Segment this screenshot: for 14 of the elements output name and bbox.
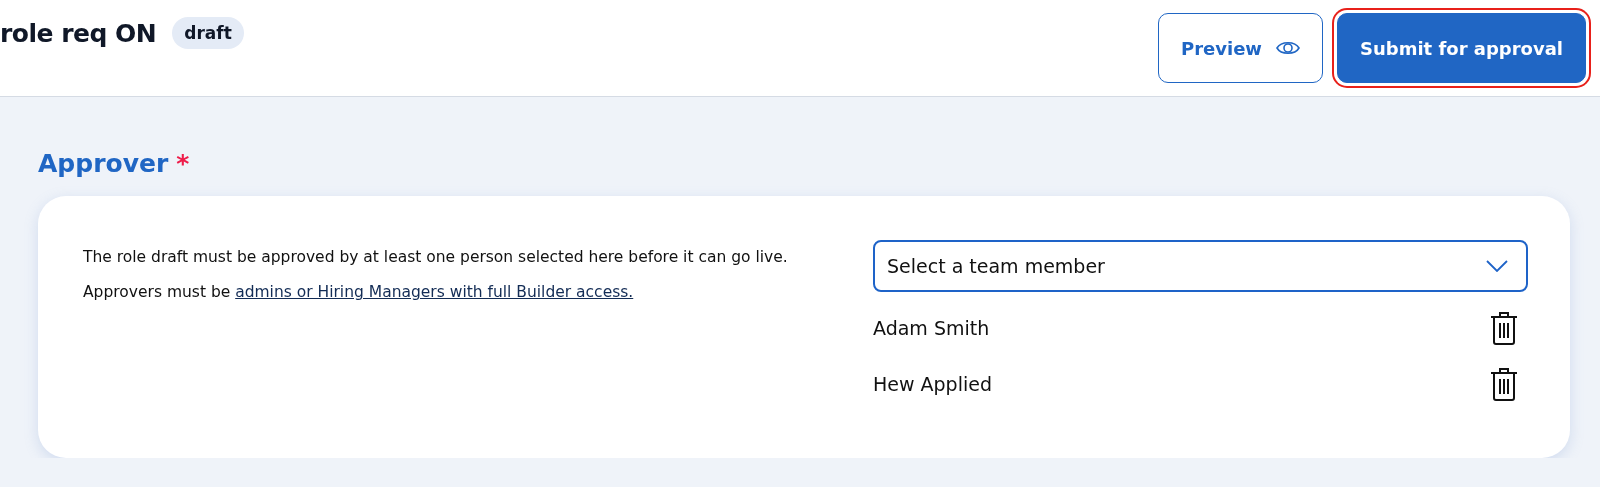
team-member-select[interactable]: Select a team member xyxy=(873,240,1528,292)
approver-name: Hew Applied xyxy=(873,373,992,395)
page-title: role req ON xyxy=(0,18,157,48)
description-text: The role draft must be approved by at least one person selected here before it can go live. Approvers must be admins or Hiring Managers with full Builder access. xyxy=(83,247,789,303)
status-badge: draft xyxy=(172,17,244,49)
required-mark: * xyxy=(176,149,190,178)
section-heading: Approver xyxy=(38,149,169,178)
trash-icon[interactable] xyxy=(1490,367,1518,401)
preview-button[interactable]: Preview xyxy=(1157,13,1323,83)
eye-icon xyxy=(1276,40,1300,56)
approver-name: Adam Smith xyxy=(873,317,990,339)
trash-icon[interactable] xyxy=(1490,311,1518,345)
chevron-down-icon xyxy=(1486,260,1508,272)
access-link[interactable]: admins or Hiring Managers with full Builder access. xyxy=(235,283,634,301)
